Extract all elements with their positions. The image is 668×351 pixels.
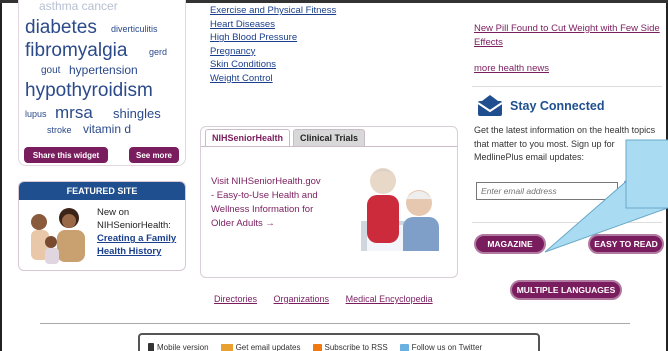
mobile-version-link[interactable]: Mobile version <box>148 343 209 351</box>
footer-separator <box>40 323 630 324</box>
directories-link[interactable]: Directories <box>214 294 257 304</box>
tag-fibromyalgia[interactable]: fibromyalgia <box>25 41 127 60</box>
tag-stroke[interactable]: stroke <box>47 126 72 135</box>
multiple-languages-button[interactable]: MULTIPLE LANGUAGES <box>510 280 622 300</box>
envelope-icon <box>477 95 503 116</box>
seniors-photo <box>331 168 455 275</box>
divider <box>472 222 662 223</box>
senior-health-tab-panel: NIHSeniorHealth Clinical Trials Visit NI… <box>200 126 458 278</box>
featured-line-nihseniorhealth: NIHSeniorHealth: <box>97 220 171 231</box>
featured-link-health-history[interactable]: Health History <box>97 246 161 257</box>
topic-link[interactable]: High Blood Pressure <box>210 31 336 45</box>
twitter-link[interactable]: Follow us on Twitter <box>399 343 483 351</box>
topic-link[interactable]: Pregnancy <box>210 45 336 59</box>
easy-to-read-button[interactable]: EASY TO READ <box>588 234 664 254</box>
tag-shingles[interactable]: shingles <box>113 107 161 120</box>
featured-site-text: New on NIHSeniorHealth: Creating a Famil… <box>97 206 176 258</box>
tag-cloud-widget: asthma cancer diabetes diverticulitis fi… <box>18 0 186 166</box>
email-address-input[interactable] <box>476 182 618 200</box>
organizations-link[interactable]: Organizations <box>274 294 330 304</box>
tag-lupus[interactable]: lupus <box>25 110 47 119</box>
rss-link[interactable]: Subscribe to RSS <box>312 343 388 351</box>
see-more-button[interactable]: See more <box>129 147 179 163</box>
family-photo <box>23 204 93 268</box>
email-updates-label: Get email updates <box>235 343 301 351</box>
tab-divider <box>201 146 457 147</box>
more-health-news-link[interactable]: more health news <box>474 63 549 74</box>
tag-hypertension[interactable]: hypertension <box>69 64 138 76</box>
tab-nihseniorhealth[interactable]: NIHSeniorHealth <box>205 129 291 146</box>
footer-utility-bar: Mobile version Get email updates Subscri… <box>138 333 540 351</box>
topic-link[interactable]: Heart Diseases <box>210 18 336 32</box>
topic-link[interactable]: Skin Conditions <box>210 58 336 72</box>
go-button[interactable]: GO <box>624 180 646 202</box>
tab-clinical-trials[interactable]: Clinical Trials <box>293 129 366 146</box>
twitter-icon <box>399 343 409 351</box>
featured-site-header: FEATURED SITE <box>19 182 185 200</box>
share-widget-button[interactable]: Share this widget <box>24 147 108 163</box>
tag-vitamin-d[interactable]: vitamin d <box>83 123 131 135</box>
stay-connected-title: Stay Connected <box>510 99 605 113</box>
medical-encyclopedia-link[interactable]: Medical Encyclopedia <box>346 294 433 304</box>
rss-icon <box>312 343 322 351</box>
tag-diverticulitis[interactable]: diverticulitis <box>111 25 158 34</box>
topic-link[interactable]: Weight Control <box>210 72 336 86</box>
mobile-version-label: Mobile version <box>157 343 209 351</box>
twitter-label: Follow us on Twitter <box>411 343 483 351</box>
rss-label: Subscribe to RSS <box>324 343 388 351</box>
divider <box>472 86 662 87</box>
tag-gerd[interactable]: gerd <box>149 48 167 57</box>
tag-faded-top[interactable]: asthma cancer <box>39 0 118 12</box>
health-topics-list: Exercise and Physical Fitness Heart Dise… <box>210 4 336 86</box>
tag-hypothyroidism[interactable]: hypothyroidism <box>25 81 153 100</box>
tag-mrsa[interactable]: mrsa <box>55 104 93 121</box>
senior-health-promo-link[interactable]: Visit NIHSeniorHealth.gov - Easy-to-Use … <box>211 175 321 231</box>
email-updates-link[interactable]: Get email updates <box>220 343 301 351</box>
featured-site-panel: FEATURED SITE New on NIHSeniorHealth: Cr… <box>18 181 186 271</box>
mobile-phone-icon <box>148 343 154 351</box>
bottom-link-row: Directories Organizations Medical Encycl… <box>214 294 447 304</box>
news-headline-link[interactable]: New Pill Found to Cut Weight with Few Si… <box>474 23 660 48</box>
featured-line-new-on: New on <box>97 207 130 218</box>
tag-gout[interactable]: gout <box>41 66 60 76</box>
tag-diabetes[interactable]: diabetes <box>25 18 97 37</box>
news-headline-block: New Pill Found to Cut Weight with Few Si… <box>474 22 660 50</box>
magazine-button[interactable]: MAGAZINE <box>474 234 546 254</box>
email-icon <box>220 343 233 351</box>
topic-link[interactable]: Exercise and Physical Fitness <box>210 4 336 18</box>
stay-connected-description: Get the latest information on the health… <box>474 125 656 162</box>
featured-link-creating-family[interactable]: Creating a Family <box>97 233 176 244</box>
